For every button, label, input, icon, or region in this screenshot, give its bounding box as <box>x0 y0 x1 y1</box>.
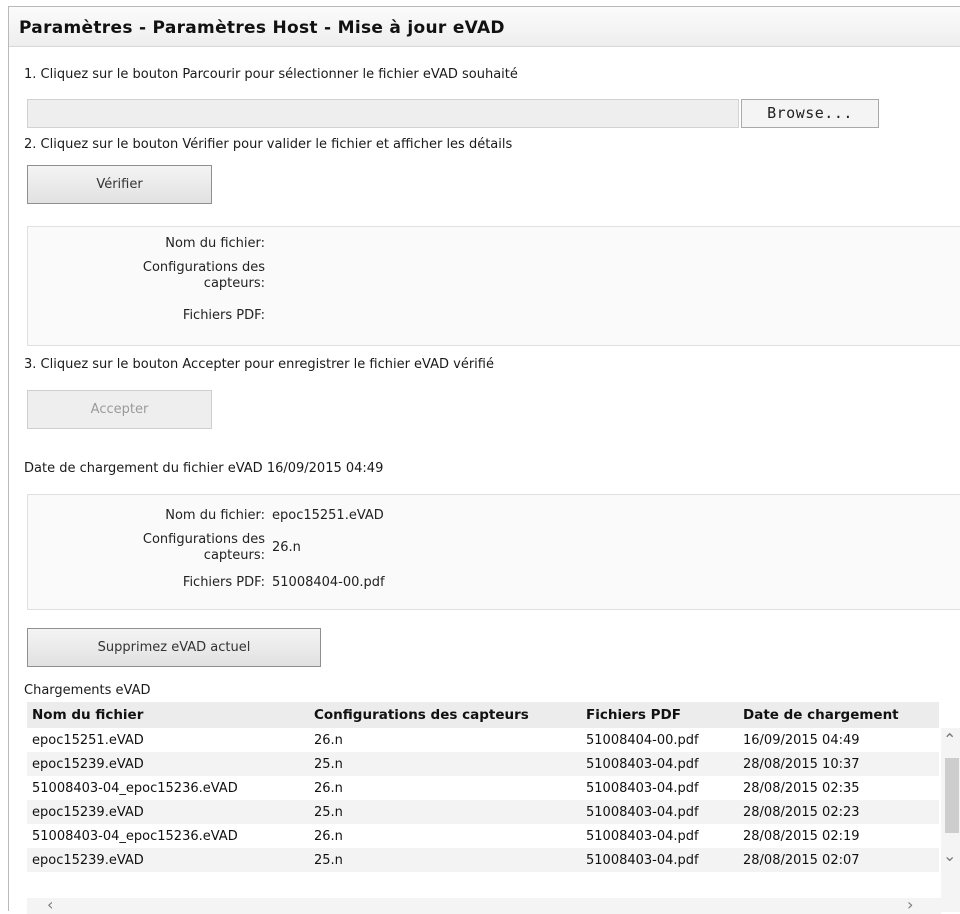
cell-date: 28/08/2015 10:37 <box>738 752 939 776</box>
page-title: Paramètres - Paramètres Host - Mise à jo… <box>9 7 960 47</box>
step-2-instruction: 2. Cliquez sur le bouton Vérifier pour v… <box>24 137 513 152</box>
cell-pdf: 51008403-04.pdf <box>581 848 738 872</box>
uploads-table: Nom du fichier Configurations des capteu… <box>27 702 960 912</box>
chevron-left-icon[interactable]: ‹ <box>47 895 53 914</box>
cell-config: 25.n <box>309 752 581 776</box>
table-row[interactable]: epoc15239.eVAD 25.n 51008403-04.pdf 28/0… <box>27 752 939 776</box>
cell-config: 25.n <box>309 848 581 872</box>
cell-filename: epoc15239.eVAD <box>27 800 309 824</box>
column-header-pdf[interactable]: Fichiers PDF <box>581 702 738 728</box>
cell-config: 25.n <box>309 800 581 824</box>
config-label-line2: capteurs: <box>203 276 265 291</box>
delete-current-evad-button[interactable]: Supprimez eVAD actuel <box>27 628 321 667</box>
cell-filename: 51008403-04_epoc15236.eVAD <box>32 780 238 796</box>
table-row[interactable]: 51008403-04_epoc15236.eVAD 26.n 51008403… <box>27 824 939 848</box>
current-upload-date: Date de chargement du fichier eVAD 16/09… <box>24 461 384 476</box>
current-config-label-line1: Configurations des <box>142 532 265 547</box>
chevron-right-icon[interactable]: › <box>907 895 913 914</box>
cell-config: 26.n <box>314 780 343 796</box>
current-pdf-label: Fichiers PDF: <box>182 575 265 590</box>
cell-pdf: 51008403-04.pdf <box>581 752 738 776</box>
accept-button[interactable]: Accepter <box>27 390 212 429</box>
current-config-label-line2: capteurs: <box>203 548 265 563</box>
column-header-filename[interactable]: Nom du fichier <box>27 702 309 728</box>
table-row[interactable]: epoc15251.eVAD 26.n 51008404-00.pdf 16/0… <box>27 728 939 752</box>
cell-date: 16/09/2015 04:49 <box>743 732 860 748</box>
cell-pdf: 51008403-04.pdf <box>586 780 699 796</box>
chevron-up-icon[interactable]: ⌃ <box>943 730 956 749</box>
cell-pdf: 51008404-00.pdf <box>586 732 699 748</box>
chevron-down-icon[interactable]: ⌄ <box>943 846 956 865</box>
pdf-label: Fichiers PDF: <box>182 308 265 323</box>
cell-filename: epoc15239.eVAD <box>27 848 309 872</box>
settings-window: Paramètres - Paramètres Host - Mise à jo… <box>8 6 960 914</box>
file-path-field[interactable] <box>27 99 739 128</box>
current-pdf-value: 51008404-00.pdf <box>272 575 385 590</box>
cell-date: 28/08/2015 02:19 <box>743 828 860 844</box>
config-label-line1: Configurations des <box>142 260 265 275</box>
filename-label: Nom du fichier: <box>165 236 265 251</box>
cell-filename: 51008403-04_epoc15236.eVAD <box>32 828 238 844</box>
current-evad-panel: Nom du fichier: Configurations des capte… <box>27 494 960 610</box>
step-1-instruction: 1. Cliquez sur le bouton Parcourir pour … <box>24 67 518 82</box>
cell-pdf: 51008403-04.pdf <box>586 828 699 844</box>
browse-button[interactable]: Browse... <box>741 99 879 128</box>
verify-details-panel: Nom du fichier: Configurations des capte… <box>27 226 960 346</box>
table-row[interactable]: 51008403-04_epoc15236.eVAD 26.n 51008403… <box>27 776 939 800</box>
current-filename-value: epoc15251.eVAD <box>272 508 384 523</box>
cell-config: 26.n <box>314 828 343 844</box>
cell-filename: epoc15239.eVAD <box>27 752 309 776</box>
cell-filename: epoc15251.eVAD <box>32 732 144 748</box>
step-3-instruction: 3. Cliquez sur le bouton Accepter pour e… <box>24 357 494 372</box>
horizontal-scrollbar[interactable]: ‹ › <box>27 895 941 914</box>
table-row[interactable]: epoc15239.eVAD 25.n 51008403-04.pdf 28/0… <box>27 848 939 872</box>
cell-config: 26.n <box>314 732 343 748</box>
uploads-title: Chargements eVAD <box>24 683 151 698</box>
verify-button[interactable]: Vérifier <box>27 165 212 204</box>
file-picker: Browse... <box>27 99 879 128</box>
column-header-config[interactable]: Configurations des capteurs <box>309 702 581 728</box>
current-filename-label: Nom du fichier: <box>165 508 265 523</box>
table-header-row: Nom du fichier Configurations des capteu… <box>27 702 939 728</box>
uploads-grid: Nom du fichier Configurations des capteu… <box>27 702 939 872</box>
column-header-date[interactable]: Date de chargement <box>738 702 939 728</box>
cell-pdf: 51008403-04.pdf <box>581 800 738 824</box>
vertical-scroll-thumb[interactable] <box>945 758 959 833</box>
vertical-scrollbar[interactable]: ⌃ ⌄ <box>941 728 960 912</box>
cell-date: 28/08/2015 02:35 <box>743 780 860 796</box>
cell-date: 28/08/2015 02:07 <box>738 848 939 872</box>
table-row[interactable]: epoc15239.eVAD 25.n 51008403-04.pdf 28/0… <box>27 800 939 824</box>
current-config-value: 26.n <box>272 540 301 555</box>
cell-date: 28/08/2015 02:23 <box>738 800 939 824</box>
